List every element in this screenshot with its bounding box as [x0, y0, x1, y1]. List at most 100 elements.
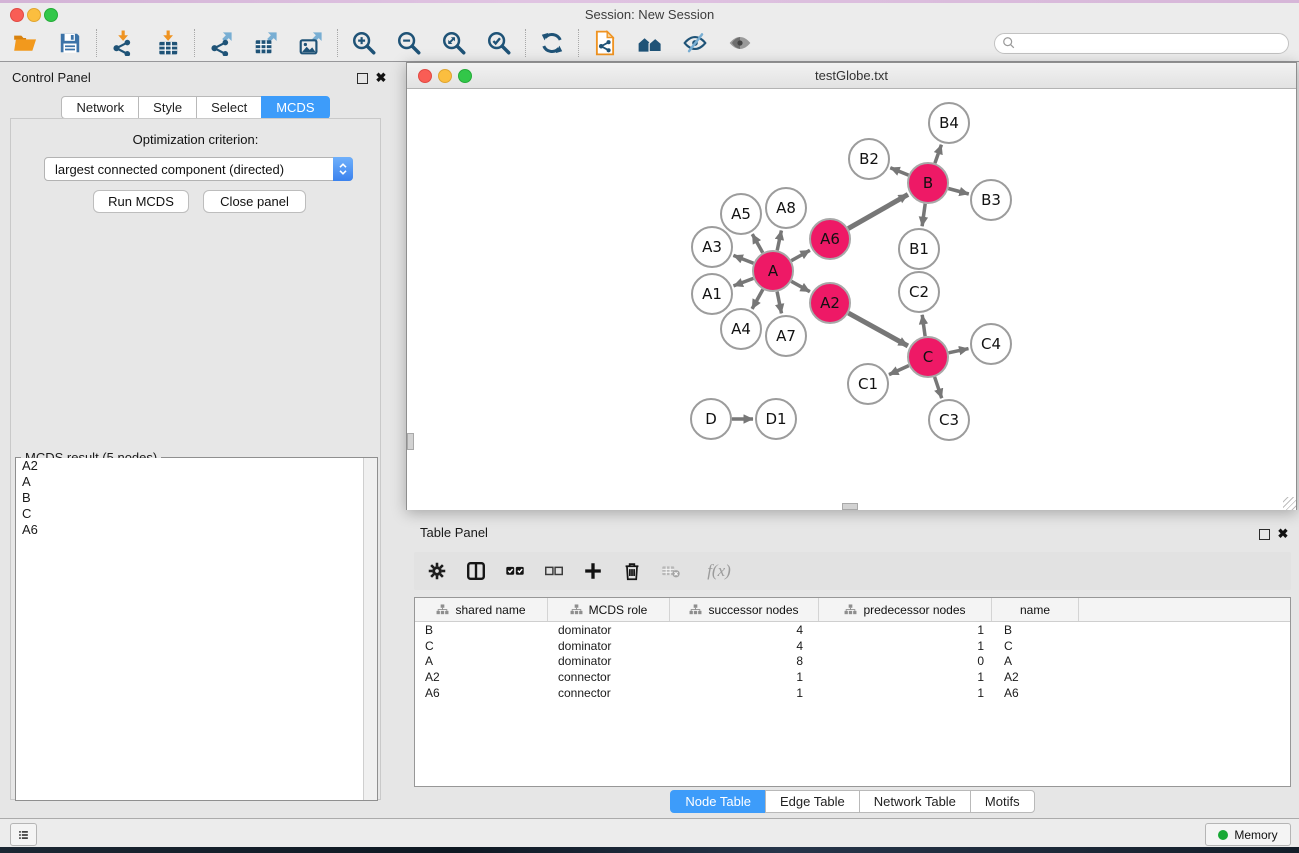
- cell[interactable]: B: [992, 623, 1079, 637]
- zoom-selected-button[interactable]: [486, 30, 513, 57]
- cell[interactable]: A2: [415, 670, 548, 684]
- close-panel-button[interactable]: Close panel: [203, 190, 306, 213]
- zoom-in-button[interactable]: [351, 30, 378, 57]
- control-panel-float-icon[interactable]: [355, 71, 369, 85]
- graph-edge-A-A2[interactable]: [791, 281, 810, 291]
- result-item-A2[interactable]: A2: [16, 458, 377, 474]
- graph-edge-C-C3[interactable]: [935, 377, 942, 398]
- cell[interactable]: A2: [992, 670, 1079, 684]
- table-row-C[interactable]: Cdominator41C: [415, 638, 1290, 654]
- result-item-B[interactable]: B: [16, 490, 377, 506]
- function-builder-button[interactable]: f(x): [699, 559, 739, 583]
- graph-edge-C-C1[interactable]: [889, 366, 909, 375]
- graph-edge-A-A4[interactable]: [752, 289, 763, 309]
- tab-network-table[interactable]: Network Table: [859, 790, 971, 813]
- graph-node-D[interactable]: D: [691, 399, 731, 439]
- graph-edge-A6-B[interactable]: [848, 194, 908, 228]
- create-column-button[interactable]: [582, 559, 606, 583]
- cell[interactable]: dominator: [548, 654, 670, 668]
- result-item-A[interactable]: A: [16, 474, 377, 490]
- result-scrollbar[interactable]: [363, 458, 377, 800]
- graph-node-C2[interactable]: C2: [899, 272, 939, 312]
- cell[interactable]: A6: [415, 686, 548, 700]
- graph-node-B4[interactable]: B4: [929, 103, 969, 143]
- cell[interactable]: 0: [819, 654, 992, 668]
- cell[interactable]: A: [992, 654, 1079, 668]
- graph-node-A2[interactable]: A2: [810, 283, 850, 323]
- column-header-predecessor-nodes[interactable]: predecessor nodes: [819, 598, 992, 621]
- delete-table-button[interactable]: [660, 559, 684, 583]
- cell[interactable]: 1: [670, 686, 819, 700]
- mcds-result-list[interactable]: A2ABCA6: [16, 458, 377, 800]
- zoom-out-button[interactable]: [396, 30, 423, 57]
- table-row-A2[interactable]: A2connector11A2: [415, 669, 1290, 685]
- first-neighbors-button[interactable]: [637, 30, 664, 57]
- tab-motifs[interactable]: Motifs: [970, 790, 1035, 813]
- hide-selected-button[interactable]: [682, 30, 709, 57]
- tab-network[interactable]: Network: [61, 96, 139, 119]
- graph-node-A4[interactable]: A4: [721, 309, 761, 349]
- cell[interactable]: dominator: [548, 623, 670, 637]
- run-mcds-button[interactable]: Run MCDS: [93, 190, 189, 213]
- table-settings-button[interactable]: [426, 559, 450, 583]
- graph-edge-A-A8[interactable]: [777, 231, 781, 251]
- graph-edge-A2-C[interactable]: [848, 313, 908, 346]
- graph-edge-A-A5[interactable]: [752, 234, 762, 253]
- graph-node-A5[interactable]: A5: [721, 194, 761, 234]
- search-box[interactable]: [994, 33, 1289, 54]
- graph-node-C4[interactable]: C4: [971, 324, 1011, 364]
- tab-edge-table[interactable]: Edge Table: [765, 790, 860, 813]
- cell[interactable]: 4: [670, 639, 819, 653]
- graph-node-A1[interactable]: A1: [692, 274, 732, 314]
- graph-edge-A-A1[interactable]: [734, 278, 754, 286]
- canvas-left-scroll-nub[interactable]: [407, 433, 414, 450]
- table-row-A[interactable]: Adominator80A: [415, 654, 1290, 670]
- import-network-button[interactable]: [110, 30, 137, 57]
- graph-node-A6[interactable]: A6: [810, 219, 850, 259]
- control-panel-close-icon[interactable]: ✖: [374, 71, 388, 85]
- graph-edge-A-A6[interactable]: [791, 250, 810, 260]
- column-header-shared-name[interactable]: shared name: [415, 598, 548, 621]
- cell[interactable]: 1: [819, 686, 992, 700]
- graph-node-A[interactable]: A: [753, 251, 793, 291]
- open-session-button[interactable]: [12, 30, 39, 57]
- cell[interactable]: 4: [670, 623, 819, 637]
- graph-node-A8[interactable]: A8: [766, 188, 806, 228]
- tab-mcds[interactable]: MCDS: [261, 96, 329, 119]
- cell[interactable]: A: [415, 654, 548, 668]
- graph-node-B2[interactable]: B2: [849, 139, 889, 179]
- cell[interactable]: C: [992, 639, 1079, 653]
- cell[interactable]: 1: [819, 639, 992, 653]
- column-header-name[interactable]: name: [992, 598, 1079, 621]
- show-all-button[interactable]: [727, 30, 754, 57]
- log-console-button[interactable]: [10, 823, 37, 846]
- graph-node-A7[interactable]: A7: [766, 316, 806, 356]
- result-item-C[interactable]: C: [16, 506, 377, 522]
- cell[interactable]: connector: [548, 670, 670, 684]
- graph-edge-A-A3[interactable]: [733, 255, 753, 263]
- graph-node-B[interactable]: B: [908, 163, 948, 203]
- table-panel-float-icon[interactable]: [1257, 527, 1271, 541]
- cell[interactable]: 1: [819, 623, 992, 637]
- cell[interactable]: 1: [819, 670, 992, 684]
- save-session-button[interactable]: [57, 30, 84, 57]
- export-network-button[interactable]: [208, 30, 235, 57]
- criterion-dropdown[interactable]: largest connected component (directed): [44, 157, 353, 181]
- table-row-B[interactable]: Bdominator41B: [415, 622, 1290, 638]
- delete-columns-button[interactable]: [621, 559, 645, 583]
- tab-select[interactable]: Select: [196, 96, 262, 119]
- network-canvas[interactable]: B4B2BB3A8A5A6A3B1AC2A1A2A4A7C4CC1C3DD1: [407, 89, 1296, 510]
- cell[interactable]: 1: [670, 670, 819, 684]
- graph-node-A3[interactable]: A3: [692, 227, 732, 267]
- new-network-from-selection-button[interactable]: [592, 30, 619, 57]
- memory-button[interactable]: Memory: [1205, 823, 1291, 846]
- column-header-successor-nodes[interactable]: successor nodes: [670, 598, 819, 621]
- graph-edge-A-A7[interactable]: [777, 292, 781, 314]
- select-all-rows-button[interactable]: [504, 559, 528, 583]
- cell[interactable]: A6: [992, 686, 1079, 700]
- refresh-view-button[interactable]: [539, 30, 566, 57]
- graph-node-C1[interactable]: C1: [848, 364, 888, 404]
- export-table-button[interactable]: [253, 30, 280, 57]
- tab-node-table[interactable]: Node Table: [670, 790, 766, 813]
- graph-edge-B-B2[interactable]: [890, 168, 908, 175]
